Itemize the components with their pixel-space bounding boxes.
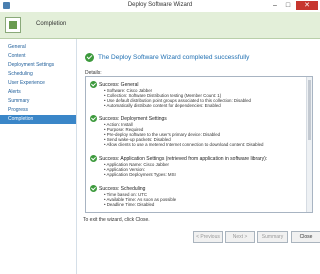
check-icon <box>90 185 97 192</box>
check-icon <box>90 155 97 162</box>
detail-line: • Automatically distribute content for d… <box>104 103 221 108</box>
maximize-icon[interactable]: □ <box>283 1 293 10</box>
sidebar-item-deployment-settings[interactable]: Deployment Settings <box>0 61 76 70</box>
section-deployment-settings: Success: Deployment Settings • Action: I… <box>90 115 263 147</box>
wizard-header: Completion <box>0 12 320 39</box>
section-title: Success: Scheduling <box>99 185 146 192</box>
next-button[interactable]: Next > <box>225 231 255 243</box>
sidebar-item-progress[interactable]: Progress <box>0 106 76 115</box>
summary-button[interactable]: Summary <box>257 231 288 243</box>
section-title: Success: Deployment Settings <box>99 115 167 122</box>
section-title: Success: General <box>99 81 139 88</box>
details-box[interactable]: Success: General • Software: Cisco Jabbe… <box>85 76 313 213</box>
sidebar-item-scheduling[interactable]: Scheduling <box>0 70 76 79</box>
success-check-icon <box>85 52 94 62</box>
sidebar-item-summary[interactable]: Summary <box>0 97 76 106</box>
section-scheduling: Success: Scheduling • Time based on: UTC… <box>90 185 176 207</box>
wizard-sidebar: General Content Deployment Settings Sche… <box>0 39 77 274</box>
section-application-settings: Success: Application Settings (retrieved… <box>90 155 267 177</box>
sidebar-item-user-experience[interactable]: User Experience <box>0 79 76 88</box>
minimize-icon[interactable]: – <box>270 1 280 10</box>
sidebar-item-alerts[interactable]: Alerts <box>0 88 76 97</box>
detail-line: • Allow clients to use a metered Interne… <box>104 142 264 147</box>
scroll-thumb[interactable] <box>308 80 311 140</box>
detail-line: • Application Deployment Types: MSI <box>104 172 176 177</box>
close-button[interactable]: Close <box>291 231 320 243</box>
check-icon <box>90 115 97 122</box>
banner-text: The Deploy Software Wizard completed suc… <box>98 53 250 61</box>
main-panel: The Deploy Software Wizard completed suc… <box>77 39 320 274</box>
close-icon[interactable]: ✕ <box>296 1 318 10</box>
section-general: Success: General • Software: Cisco Jabbe… <box>90 81 251 108</box>
previous-button[interactable]: < Previous <box>193 231 223 243</box>
exit-instruction: To exit the wizard, click Close. <box>83 217 150 223</box>
section-title: Success: Application Settings (retrieved… <box>99 155 268 162</box>
details-scrollbar[interactable] <box>306 77 312 212</box>
detail-line: • Deadline Time: Disabled <box>104 202 155 207</box>
success-banner: The Deploy Software Wizard completed suc… <box>85 51 249 63</box>
sidebar-item-general[interactable]: General <box>0 43 76 52</box>
completion-icon <box>5 17 21 33</box>
check-icon <box>90 81 97 88</box>
page-title: Completion <box>36 21 67 27</box>
sidebar-item-completion[interactable]: Completion <box>0 115 76 124</box>
sidebar-item-content[interactable]: Content <box>0 52 76 61</box>
